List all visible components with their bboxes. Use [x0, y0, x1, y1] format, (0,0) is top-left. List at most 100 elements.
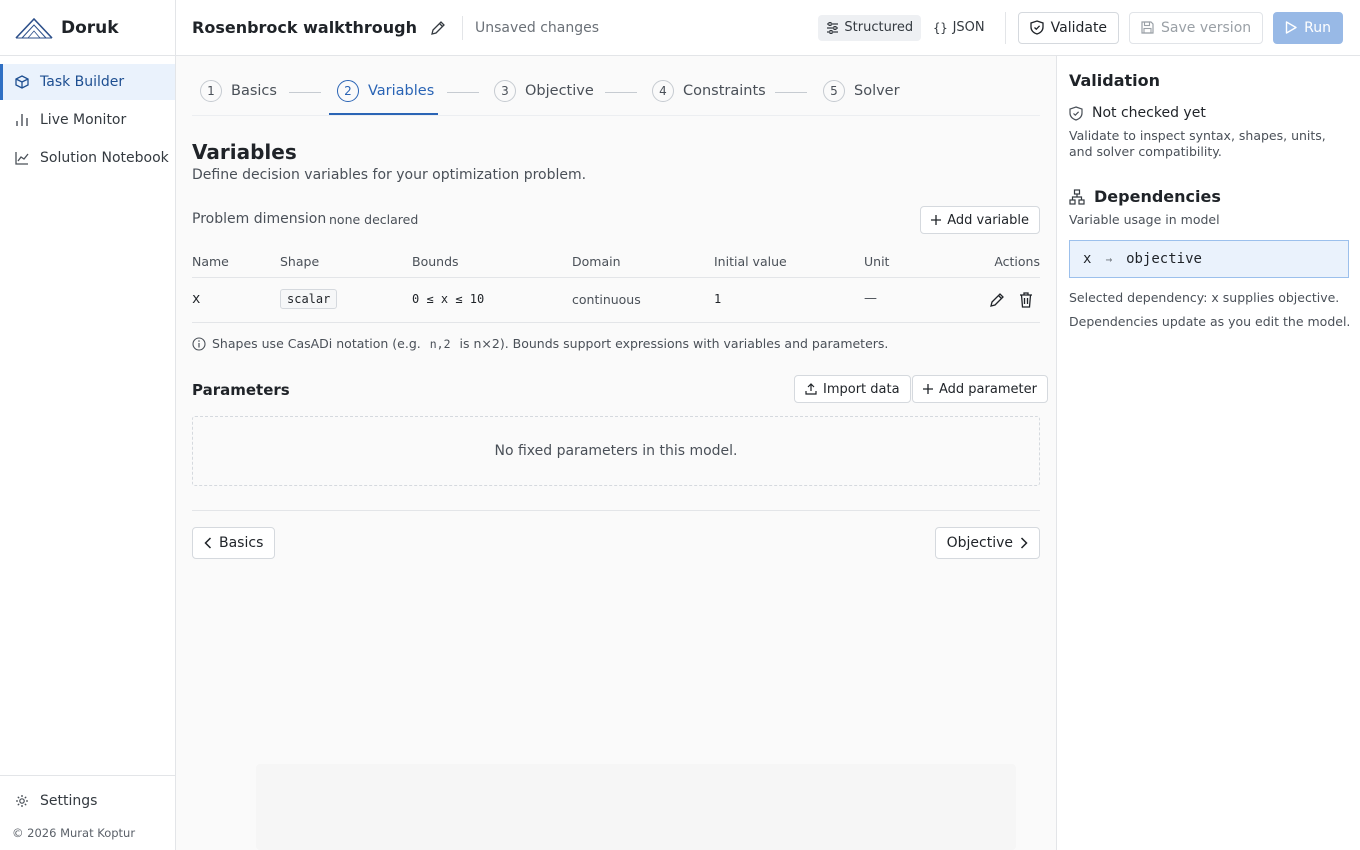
view-json-button[interactable]: {} JSON [925, 15, 993, 41]
view-structured-button[interactable]: Structured [818, 14, 922, 41]
step-objective[interactable]: 3 Objective [494, 80, 594, 102]
chevron-right-icon [1020, 537, 1028, 549]
upload-icon [805, 383, 817, 395]
table-header: Name Shape Bounds Domain Initial value U… [192, 248, 1040, 278]
step-label: Constraints [683, 83, 766, 99]
divider [192, 510, 1040, 511]
table-row[interactable]: x scalar 0 ≤ x ≤ 10 continuous 1 — [192, 278, 1040, 323]
unsaved-status: Unsaved changes [474, 19, 600, 36]
active-step-indicator [329, 113, 438, 115]
dependencies-heading: Dependencies [1069, 187, 1221, 206]
empty-area [256, 764, 1016, 850]
variable-bounds: 0 ≤ x ≤ 10 [412, 292, 485, 306]
validate-button[interactable]: Validate [1017, 11, 1120, 44]
play-icon [1285, 21, 1297, 34]
step-label: Solver [854, 83, 900, 99]
dependency-row[interactable]: x → objective [1069, 240, 1349, 278]
problem-dimension-value: none declared [329, 212, 419, 227]
section-description: Define decision variables for your optim… [192, 167, 587, 183]
braces-icon: {} [933, 20, 948, 35]
sidebar-item-label: Live Monitor [40, 112, 127, 128]
run-button[interactable]: Run [1273, 11, 1343, 44]
plus-icon [931, 215, 942, 225]
add-variable-button[interactable]: Add variable [920, 206, 1040, 234]
save-version-button[interactable]: Save version [1129, 11, 1264, 44]
validate-label: Validate [1050, 19, 1108, 36]
hint-text-end: is n×2). Bounds support expressions with… [459, 336, 889, 351]
hierarchy-icon [1069, 188, 1085, 205]
step-constraints[interactable]: 4 Constraints [652, 80, 766, 102]
next-button[interactable]: Objective [934, 527, 1040, 559]
step-label: Objective [525, 83, 594, 99]
column-header-initial-value: Initial value [714, 254, 787, 269]
parameters-empty-state: No fixed parameters in this model. [192, 416, 1040, 486]
sliders-icon [826, 21, 839, 34]
add-variable-label: Add variable [947, 212, 1029, 228]
page-title: Rosenbrock walkthrough [192, 18, 417, 37]
view-toggle: Structured {} JSON [818, 14, 993, 41]
step-number: 2 [337, 80, 359, 102]
dependencies-note: Dependencies update as you edit the mode… [1069, 314, 1351, 329]
back-button[interactable]: Basics [192, 527, 276, 559]
parameters-title: Parameters [192, 381, 290, 399]
step-solver[interactable]: 5 Solver [823, 80, 900, 102]
step-number: 4 [652, 80, 674, 102]
hint-code: n,2 [429, 336, 451, 351]
sidebar: Doruk Task Builder Live Monitor Solution… [0, 0, 176, 850]
edit-variable-pencil-icon[interactable] [989, 292, 1005, 308]
sidebar-footer: Settings © 2026 Murat Koptur [0, 775, 175, 850]
delete-variable-trash-icon[interactable] [1019, 292, 1033, 308]
copyright: © 2026 Murat Koptur [12, 826, 136, 840]
stepper: 1 Basics 2 Variables 3 Objective 4 Const… [192, 56, 1040, 116]
sidebar-item-solution-notebook[interactable]: Solution Notebook [0, 140, 175, 176]
variable-domain: continuous [572, 292, 641, 307]
brand[interactable]: Doruk [0, 0, 175, 56]
step-label: Variables [368, 83, 435, 99]
add-parameter-label: Add parameter [939, 381, 1037, 397]
validation-title: Validation [1069, 71, 1161, 90]
mountain-logo-icon [15, 17, 53, 39]
chevron-left-icon [204, 537, 212, 549]
sidebar-item-label: Solution Notebook [40, 150, 169, 166]
edit-title-pencil-icon[interactable] [430, 20, 446, 36]
app-name: Doruk [61, 17, 119, 38]
sidebar-item-live-monitor[interactable]: Live Monitor [0, 102, 175, 138]
step-number: 3 [494, 80, 516, 102]
step-basics[interactable]: 1 Basics [200, 80, 277, 102]
sidebar-item-label: Task Builder [40, 74, 125, 90]
step-label: Basics [231, 83, 277, 99]
main-content: 1 Basics 2 Variables 3 Objective 4 Const… [176, 56, 1056, 850]
import-data-button[interactable]: Import data [794, 375, 911, 403]
step-connector [289, 92, 321, 93]
gear-icon [15, 794, 29, 808]
section-title: Variables [192, 140, 297, 164]
column-header-shape: Shape [280, 254, 320, 269]
column-header-unit: Unit [864, 254, 890, 269]
arrow-right-icon: → [1105, 252, 1113, 266]
step-connector [775, 92, 807, 93]
view-structured-label: Structured [844, 20, 914, 35]
cube-icon [15, 75, 29, 89]
validation-help: Validate to inspect syntax, shapes, unit… [1069, 128, 1326, 159]
next-label: Objective [946, 535, 1013, 551]
view-json-label: JSON [952, 20, 985, 35]
column-header-actions: Actions [994, 254, 1040, 269]
add-parameter-button[interactable]: Add parameter [912, 375, 1048, 403]
variables-table: Name Shape Bounds Domain Initial value U… [192, 248, 1040, 323]
step-number: 5 [823, 80, 845, 102]
dependency-source: x [1083, 251, 1092, 267]
settings-label: Settings [40, 793, 98, 809]
sidebar-item-task-builder[interactable]: Task Builder [0, 64, 175, 100]
sidebar-item-settings[interactable]: Settings [0, 776, 175, 826]
column-header-bounds: Bounds [412, 254, 459, 269]
step-number: 1 [200, 80, 222, 102]
save-icon [1141, 21, 1154, 34]
empty-message: No fixed parameters in this model. [494, 443, 738, 459]
step-variables[interactable]: 2 Variables [337, 80, 434, 102]
import-data-label: Import data [823, 381, 900, 397]
variable-name: x [192, 291, 201, 307]
step-connector [447, 92, 479, 93]
dependency-target: objective [1126, 251, 1202, 267]
inspector-panel: Validation Not checked yet Validate to i… [1056, 56, 1360, 850]
save-version-label: Save version [1161, 19, 1252, 36]
